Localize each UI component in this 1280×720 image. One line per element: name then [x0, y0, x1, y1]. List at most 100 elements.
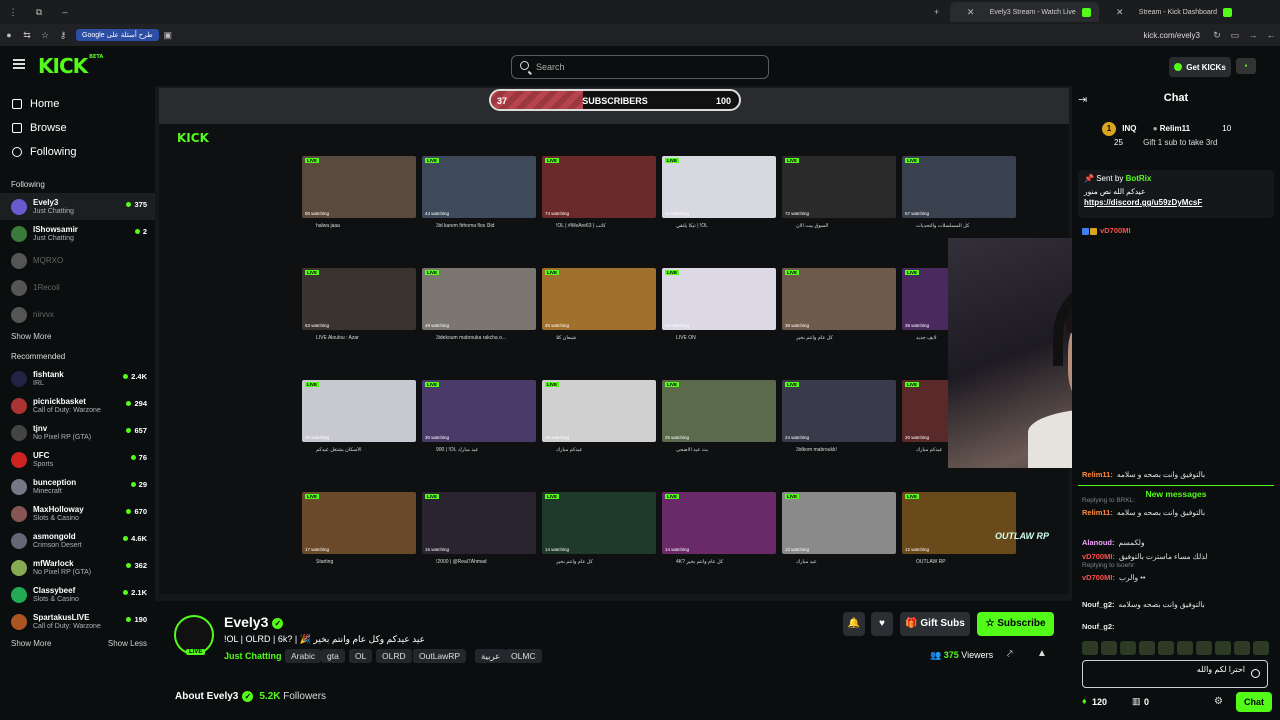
stream-screen-sidebar: [161, 124, 251, 594]
sidebar-channel-1recoil[interactable]: 1Recoil: [0, 274, 155, 301]
channel-category: IRL: [33, 379, 44, 387]
show-more-following[interactable]: Show More: [0, 328, 155, 346]
video-player[interactable]: KICK 37 SUBSCRIBERS 100 LIVE 90 watching h…: [155, 86, 1072, 601]
leader-user-2[interactable]: Relim11: [1160, 124, 1190, 133]
sidebar-channel-asmongold[interactable]: asmongold Crimson Desert 4.6K: [0, 527, 155, 554]
notifications-bell-button[interactable]: 🔔: [843, 612, 865, 636]
get-kicks-button[interactable]: Get KICKs: [1169, 57, 1231, 77]
menu-icon[interactable]: [13, 59, 25, 69]
window-restore-icon[interactable]: ⧉: [26, 7, 52, 18]
user-avatar[interactable]: ●: [1236, 58, 1256, 74]
window-menu-icon[interactable]: ⋮: [0, 7, 26, 18]
stream-thumbnail: LIVE 44 watching: [422, 156, 536, 218]
chat-username[interactable]: vD700MI:: [1082, 573, 1115, 582]
thumbnail-watching: 72 watching: [785, 211, 810, 216]
sidebar-channel-evely3[interactable]: Evely3 Just Chatting 375: [0, 193, 155, 220]
emote-icon[interactable]: [1101, 641, 1117, 655]
stream-tag[interactable]: OL: [349, 649, 373, 663]
emote-icon[interactable]: [1234, 641, 1250, 655]
kick-favicon-icon: [1081, 7, 1091, 17]
sidebar-channel-fishtank[interactable]: fishtank IRL 2.4K: [0, 365, 155, 392]
google-ask-pill[interactable]: Google طرح أسئلة على: [76, 29, 159, 41]
report-flag-icon[interactable]: ▲: [1037, 648, 1047, 659]
channel-points[interactable]: 0: [1144, 697, 1149, 707]
stream-tag[interactable]: OutLawRP: [413, 649, 467, 663]
stream-tag[interactable]: gta: [321, 649, 345, 663]
sidebar-channel-ufc[interactable]: UFC Sports 76: [0, 446, 155, 473]
channel-name[interactable]: Evely3 ✓: [224, 614, 284, 630]
emoji-picker-icon[interactable]: [1251, 669, 1260, 678]
sidebar-channel-nirvvx[interactable]: nirvvx: [0, 301, 155, 328]
profile-avatar-icon[interactable]: ●: [0, 30, 18, 40]
gift-subs-button[interactable]: 🎁 Gift Subs: [900, 612, 970, 636]
stream-tag[interactable]: Arabic: [285, 649, 322, 663]
viewer-count: 👥 375 Viewers: [930, 650, 993, 661]
key-icon[interactable]: ⚷: [54, 30, 72, 41]
stream-category[interactable]: Just Chatting: [224, 651, 282, 661]
back-icon[interactable]: ←: [1262, 30, 1280, 40]
sidebar-channel-classybeef[interactable]: Classybeef Slots & Casino 2.1K: [0, 581, 155, 608]
tab-kick-dashboard[interactable]: ✕ Stream - Kick Dashboard: [1099, 2, 1240, 22]
bookmark-star-icon[interactable]: ☆: [36, 30, 54, 41]
translate-icon[interactable]: ⇆: [18, 30, 36, 41]
show-more-recommended[interactable]: Show More Show Less: [0, 635, 155, 653]
emote-icon[interactable]: [1196, 641, 1212, 655]
nav-following[interactable]: Following: [0, 140, 155, 164]
emote-icon[interactable]: [1177, 641, 1193, 655]
close-tab-icon[interactable]: ✕: [1107, 7, 1133, 18]
chat-username[interactable]: Relim11:: [1082, 508, 1113, 517]
emote-icon[interactable]: [1158, 641, 1174, 655]
new-tab-icon[interactable]: +: [924, 7, 950, 17]
close-tab-icon[interactable]: ✕: [958, 7, 984, 18]
stream-tag[interactable]: OLRD: [376, 649, 412, 663]
sidebar-channel-bunception[interactable]: bunception Minecraft 29: [0, 473, 155, 500]
leader-user-1[interactable]: INQ: [1122, 124, 1136, 133]
sidebar-channel-mfwarlock[interactable]: mfWarlock No Pixel RP (GTA) 362: [0, 554, 155, 581]
stream-tag[interactable]: OLMC: [505, 649, 542, 663]
sidebar-channel-spartakuslive[interactable]: SpartakusLIVE Call of Duty: Warzone 190: [0, 608, 155, 635]
sidebar-channel-maxholloway[interactable]: MaxHolloway Slots & Casino 670: [0, 500, 155, 527]
pinned-link[interactable]: https://discord.gg/u59zDyMcsF: [1084, 198, 1268, 207]
search-input[interactable]: Search: [511, 55, 769, 79]
sidebar-channel-lshowsamir[interactable]: lShowsamir Just Chatting 2: [0, 220, 155, 247]
sidebar-channel-tjnv[interactable]: tjnv No Pixel RP (GTA) 657: [0, 419, 155, 446]
chat-username[interactable]: Alanoud:: [1082, 538, 1115, 547]
emote-icon[interactable]: [1215, 641, 1231, 655]
sidepanel-icon[interactable]: ▭: [1226, 30, 1244, 41]
sidebar-channel-picnickbasket[interactable]: picnickbasket Call of Duty: Warzone 294: [0, 392, 155, 419]
emote-icon[interactable]: [1082, 641, 1098, 655]
stream-thumbnail: LIVE 67 watching: [902, 156, 1016, 218]
stream-tag[interactable]: عربية: [475, 649, 507, 663]
thumbnail-watching: 38 watching: [785, 323, 810, 328]
kicks-balance[interactable]: 120: [1092, 697, 1107, 707]
gear-icon[interactable]: ⚙: [1214, 696, 1223, 707]
follow-heart-button[interactable]: ♥: [871, 612, 893, 636]
chat-username[interactable]: vD700MI:: [1082, 552, 1115, 561]
subscribe-button[interactable]: ☆ Subscribe: [977, 612, 1054, 636]
reload-icon[interactable]: ↻: [1208, 30, 1226, 41]
kick-logo[interactable]: KICK BETA: [38, 54, 103, 78]
chat-username[interactable]: Relim11:: [1082, 470, 1113, 479]
url-text[interactable]: kick.com/evely3: [1144, 31, 1200, 40]
share-icon[interactable]: ⤤: [1007, 649, 1013, 660]
chat-username[interactable]: Nouf_g2:: [1082, 600, 1115, 609]
tab-evely3-stream[interactable]: ✕ Evely3 Stream - Watch Live: [949, 2, 1099, 22]
send-chat-button[interactable]: Chat: [1236, 692, 1272, 712]
viewer-count: 294: [126, 399, 147, 408]
nav-browse[interactable]: Browse: [0, 116, 155, 140]
emote-icon[interactable]: [1120, 641, 1136, 655]
emote-icon[interactable]: [1139, 641, 1155, 655]
nav-home[interactable]: Home: [0, 92, 155, 116]
channel-avatar[interactable]: LIVE: [174, 615, 214, 655]
forward-icon[interactable]: →: [1244, 30, 1262, 40]
emote-icon[interactable]: [1253, 641, 1269, 655]
chat-input[interactable]: احترا لكم والله: [1082, 660, 1268, 688]
window-minimize-icon[interactable]: –: [52, 7, 78, 17]
channel-name: Evely3: [33, 197, 59, 207]
extension-icon[interactable]: ▣: [159, 30, 177, 41]
pinned-bot-name[interactable]: BotRix: [1126, 174, 1152, 183]
show-less-link[interactable]: Show Less: [108, 635, 147, 653]
sidebar-channel-mqrxo[interactable]: MQRXO: [0, 247, 155, 274]
chat-username[interactable]: Nouf_g2:: [1082, 622, 1115, 631]
chat-username[interactable]: vD700MI: [1100, 226, 1130, 235]
